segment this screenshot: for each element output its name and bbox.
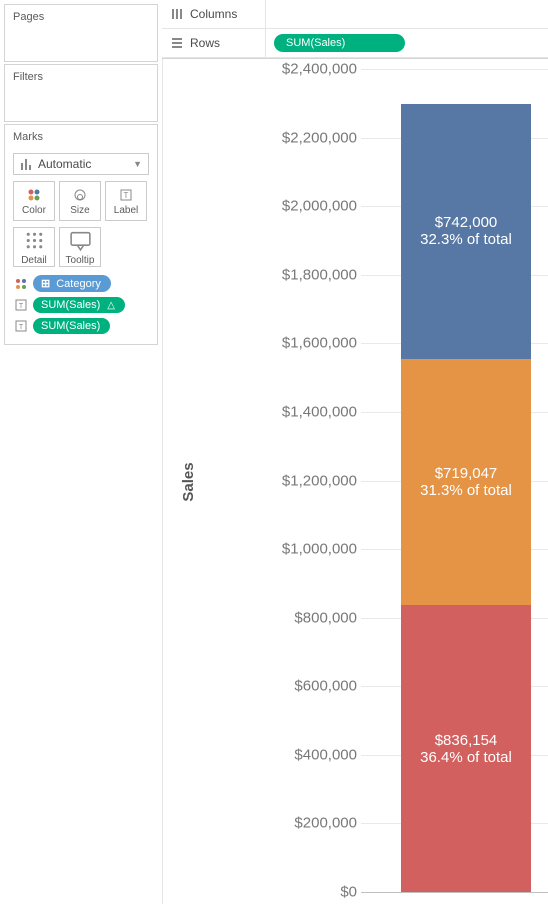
label-icon: T [13,318,29,334]
size-button[interactable]: Size [59,181,101,221]
rows-shelf[interactable]: Rows SUM(Sales) [162,28,548,58]
y-axis-label: Sales [180,462,197,501]
chevron-down-icon: ▼ [133,159,142,169]
filters-card[interactable]: Filters [4,64,158,122]
y-tick-label: $400,000 [294,746,357,763]
color-button[interactable]: Color [13,181,55,221]
y-tick-label: $600,000 [294,678,357,695]
pages-card[interactable]: Pages [4,4,158,62]
y-tick-label: $800,000 [294,609,357,626]
segment-value: $836,154 [435,732,498,749]
bar-segment[interactable]: $742,00032.3% of total [401,104,531,358]
size-icon [72,187,88,203]
svg-text:T: T [19,324,24,331]
tooltip-button[interactable]: Tooltip [59,227,101,267]
detail-icon [22,228,47,253]
segment-value: $719,047 [435,465,498,482]
svg-text:T: T [124,191,129,200]
rows-label: Rows [190,36,220,50]
shelves: Columns Rows SUM(Sales) [162,0,548,59]
label-icon: T [118,187,134,203]
color-icon [26,187,42,203]
y-tick-label: $1,600,000 [282,335,357,352]
y-tick-label: $1,200,000 [282,472,357,489]
delta-icon: △ [107,300,115,311]
segment-value: $742,000 [435,214,498,231]
columns-label: Columns [190,7,237,21]
right-panel: Columns Rows SUM(Sales) Sales $0 $200,000… [162,0,548,904]
pill-category-row[interactable]: ⊞Category [13,275,149,292]
tooltip-icon [68,228,93,253]
y-tick-label: $1,400,000 [282,403,357,420]
plot-region: $0$200,000$400,000$600,000$800,000$1,000… [201,69,548,892]
label-icon: T [13,297,29,313]
rows-drop-zone[interactable]: SUM(Sales) [266,34,548,52]
pill-sumsales-2[interactable]: SUM(Sales) [33,318,110,334]
y-tick-label: $1,000,000 [282,541,357,558]
pill-sumsales-1[interactable]: SUM(Sales)△ [33,297,125,313]
left-sidebar: Pages Filters Marks Automatic ▼ Color Si… [0,0,162,904]
y-tick-label: $200,000 [294,815,357,832]
detail-button[interactable]: Detail [13,227,55,267]
marks-type-dropdown[interactable]: Automatic ▼ [13,153,149,175]
color-icon [13,276,29,292]
pill-sumsales-2-row[interactable]: T SUM(Sales) [13,318,149,334]
bar-segment[interactable]: $719,04731.3% of total [401,359,531,606]
grid-line [361,892,548,893]
y-tick-label: $1,800,000 [282,266,357,283]
y-tick-label: $2,200,000 [282,129,357,146]
pill-category[interactable]: ⊞Category [33,275,111,292]
y-tick-label: $0 [340,884,357,901]
svg-text:T: T [19,303,24,310]
rows-pill-sumsales[interactable]: SUM(Sales) [274,34,405,52]
bar-icon [20,157,34,171]
columns-icon [170,7,184,21]
segment-percent: 36.4% of total [420,749,512,766]
y-tick-label: $2,400,000 [282,61,357,78]
segment-percent: 32.3% of total [420,231,512,248]
y-tick-label: $2,000,000 [282,198,357,215]
marks-type-label: Automatic [38,157,91,171]
filters-title: Filters [5,65,157,89]
pill-sumsales-1-row[interactable]: T SUM(Sales)△ [13,297,149,313]
columns-shelf[interactable]: Columns [162,0,548,29]
marks-card: Marks Automatic ▼ Color Size T Label [4,124,158,345]
grid-line [361,69,548,70]
pages-title: Pages [5,5,157,29]
segment-percent: 31.3% of total [420,482,512,499]
bar-segment[interactable]: $836,15436.4% of total [401,605,531,892]
plus-icon: ⊞ [41,277,50,290]
marks-title: Marks [5,125,157,149]
rows-icon [170,36,184,50]
stacked-bar[interactable]: $836,15436.4% of total$719,04731.3% of t… [401,104,531,892]
label-button[interactable]: T Label [105,181,147,221]
chart-area[interactable]: Sales $0 $200,000 $400,000 $600,000 $800,000… [162,59,548,904]
